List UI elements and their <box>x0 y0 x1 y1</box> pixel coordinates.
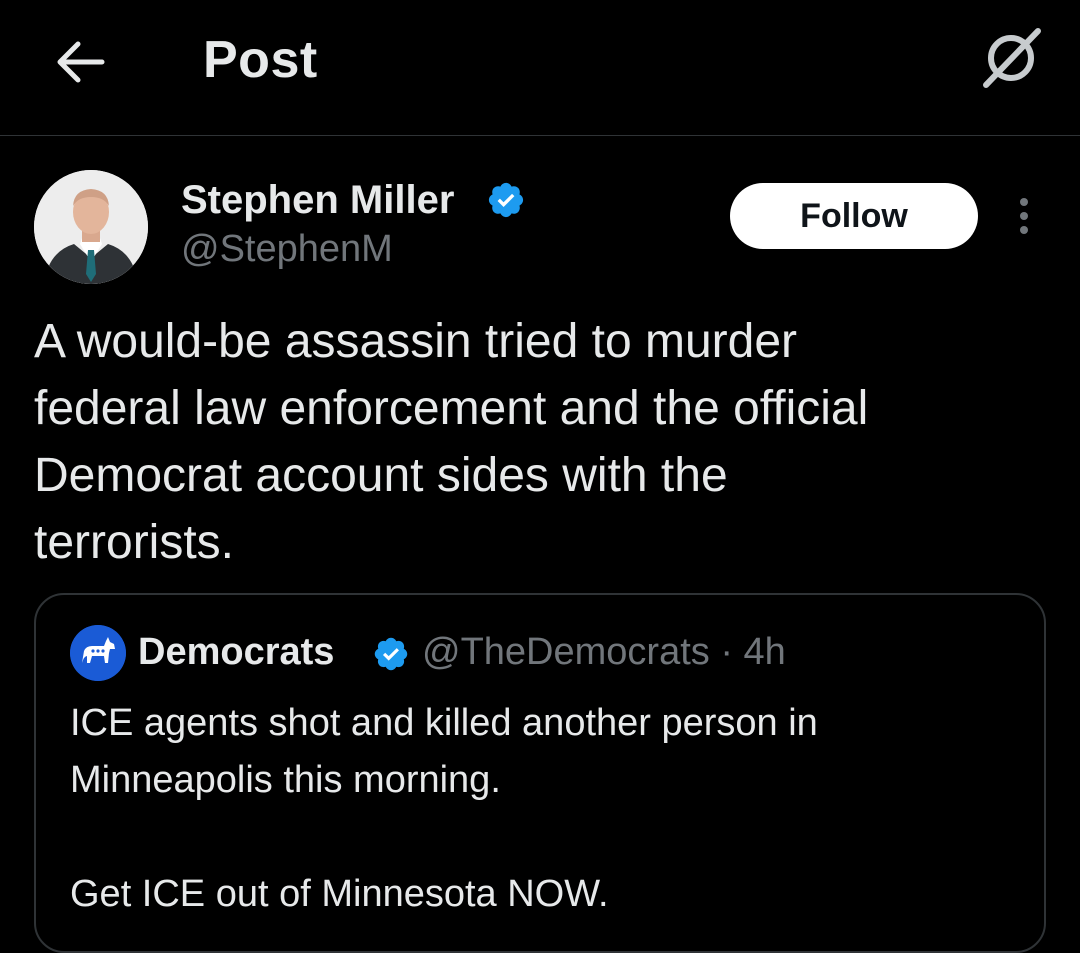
more-vertical-icon-dot <box>1020 212 1028 220</box>
arrow-left-icon <box>57 41 105 83</box>
page-title: Post <box>203 31 318 89</box>
quote-author-avatar[interactable] <box>70 625 126 681</box>
grok-button[interactable] <box>975 22 1047 94</box>
author-avatar-image <box>34 170 148 284</box>
quoted-post[interactable]: Democrats @TheDemocrats · 4h ICE agents … <box>34 593 1046 953</box>
post-text: A would-be assassin tried to murder fede… <box>34 315 869 569</box>
author-handle[interactable]: @StephenM <box>181 228 393 271</box>
more-vertical-icon-dot <box>1020 198 1028 206</box>
quote-author-name: Democrats <box>138 631 335 673</box>
donkey-logo-icon <box>70 625 126 681</box>
verified-badge-icon <box>374 637 408 671</box>
follow-button[interactable]: Follow <box>730 183 978 249</box>
top-bar: Post <box>0 0 1080 136</box>
back-button[interactable] <box>50 36 110 88</box>
more-vertical-icon-dot <box>1020 226 1028 234</box>
verified-badge-icon <box>488 182 524 218</box>
quote-handle-timestamp: @TheDemocrats · 4h <box>422 631 786 673</box>
more-options-button[interactable] <box>1004 194 1044 238</box>
author-name[interactable]: Stephen Miller <box>181 178 454 223</box>
author-avatar[interactable] <box>34 170 148 284</box>
grok-icon <box>983 28 1041 88</box>
quote-text: ICE agents shot and killed another perso… <box>70 702 818 915</box>
